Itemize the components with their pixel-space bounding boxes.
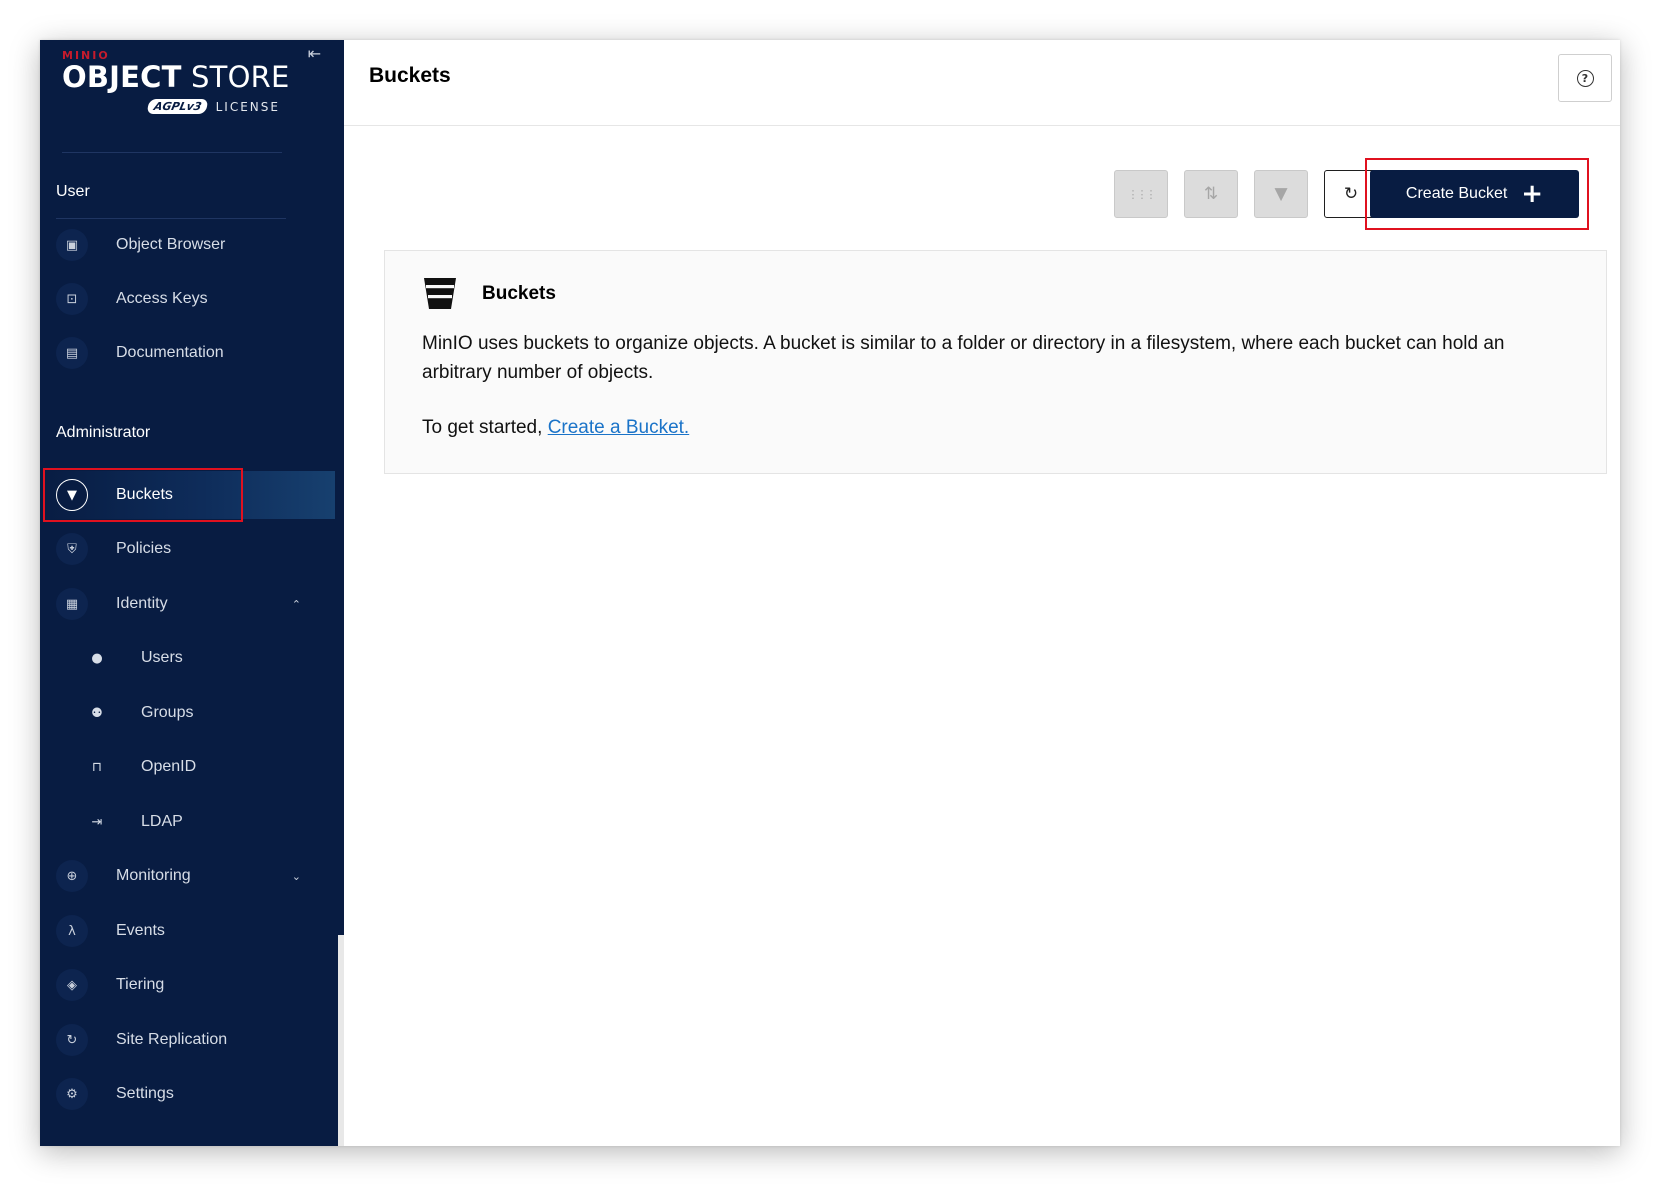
sidebar-item-label: Site Replication	[116, 1031, 228, 1048]
chevron-up-icon[interactable]: ⌃	[292, 598, 301, 611]
sidebar-item-label: Monitoring	[116, 867, 191, 884]
sidebar-item-documentation[interactable]: ▤ Documentation	[40, 329, 335, 377]
create-bucket-label: Create Bucket	[1405, 185, 1508, 202]
plus-icon: +	[1521, 179, 1544, 209]
sidebar-item-label: Access Keys	[116, 290, 208, 307]
lambda-icon: λ	[56, 915, 88, 947]
sidebar-item-label: OpenID	[141, 758, 197, 775]
sidebar-item-site-replication[interactable]: ↻ Site Replication	[40, 1016, 335, 1064]
agpl-badge: AGPLv3	[146, 99, 210, 114]
sidebar-item-buckets[interactable]: ▼ Buckets	[40, 471, 335, 519]
lock-icon: ⊓	[91, 759, 103, 775]
sidebar-item-label: Tiering	[116, 976, 165, 993]
shield-icon: ⛨	[56, 533, 88, 565]
section-label-administrator: Administrator	[56, 424, 151, 441]
sidebar-item-users[interactable]: ● Users	[40, 634, 335, 682]
user-icon: ●	[91, 650, 103, 666]
bucket-icon: ▼	[1274, 184, 1288, 204]
login-icon: ⇥	[91, 814, 103, 830]
groups-icon: ⚉	[91, 705, 103, 721]
info-description: MinIO uses buckets to organize objects. …	[422, 333, 1505, 383]
sidebar-item-label: Settings	[116, 1085, 174, 1102]
help-button[interactable]: ?	[1558, 54, 1612, 102]
sidebar-item-label: Events	[116, 922, 165, 939]
sidebar-item-label: LDAP	[141, 813, 183, 830]
sidebar-item-label: Buckets	[116, 486, 173, 503]
sidebar-item-label: Groups	[141, 704, 194, 721]
buckets-info-panel: Buckets MinIO uses buckets to organize o…	[384, 250, 1607, 474]
sidebar-item-label: Users	[141, 649, 183, 666]
sidebar-item-monitoring[interactable]: ⊕ Monitoring ⌄	[40, 852, 335, 900]
identity-icon: ▦	[56, 588, 88, 620]
sidebar-item-ldap[interactable]: ⇥ LDAP	[40, 798, 335, 846]
create-bucket-button[interactable]: Create Bucket +	[1370, 170, 1579, 218]
sidebar: ⇤ MINIO OBJECT STORE AGPLv3 LICENSE User…	[40, 40, 344, 1146]
documentation-icon: ▤	[56, 337, 88, 369]
app-window: ⇤ MINIO OBJECT STORE AGPLv3 LICENSE User…	[40, 40, 1620, 1146]
sidebar-item-groups[interactable]: ⚉ Groups	[40, 689, 335, 737]
bucket-icon: ▼	[56, 479, 88, 511]
info-get-started: To get started, Create a Bucket.	[422, 417, 689, 439]
collapse-sidebar-icon[interactable]: ⇤	[308, 44, 321, 63]
section-label-user: User	[56, 183, 90, 200]
refresh-icon: ↻	[1343, 184, 1359, 204]
divider	[62, 152, 282, 153]
sidebar-item-events[interactable]: λ Events	[40, 907, 335, 955]
sidebar-item-label: Policies	[116, 540, 172, 557]
sidebar-item-label: Object Browser	[116, 236, 226, 253]
sidebar-item-tiering[interactable]: ◈ Tiering	[40, 961, 335, 1009]
page-title: Buckets	[369, 64, 451, 87]
grid-icon: ⋮⋮⋮	[1127, 187, 1157, 201]
create-bucket-link[interactable]: Create a Bucket.	[548, 417, 690, 438]
bucket-icon	[424, 278, 456, 309]
set-lifecycle-button[interactable]: ▼	[1254, 170, 1308, 218]
layers-icon: ◈	[56, 969, 88, 1001]
chevron-down-icon[interactable]: ⌄	[292, 870, 301, 883]
set-replication-button[interactable]: ⇅	[1184, 170, 1238, 218]
sidebar-item-policies[interactable]: ⛨ Policies	[40, 525, 335, 573]
divider	[56, 218, 286, 219]
sidebar-item-identity[interactable]: ▦ Identity ⌃	[40, 580, 335, 628]
info-title: Buckets	[482, 283, 556, 304]
sidebar-item-access-keys[interactable]: ⊡ Access Keys	[40, 275, 335, 323]
license-text: LICENSE	[215, 99, 280, 114]
replication-icon: ⇅	[1203, 184, 1219, 204]
brand-license: AGPLv3 LICENSE	[146, 99, 280, 114]
brand-title: OBJECT STORE	[62, 60, 290, 94]
get-started-text: To get started,	[422, 417, 548, 438]
sidebar-item-label: Documentation	[116, 344, 224, 361]
object-browser-icon: ▣	[56, 229, 88, 261]
page-header: Buckets ?	[344, 40, 1620, 126]
sidebar-item-settings[interactable]: ⚙ Settings	[40, 1070, 335, 1118]
replication-icon: ↻	[56, 1024, 88, 1056]
help-icon: ?	[1576, 69, 1594, 87]
sidebar-item-openid[interactable]: ⊓ OpenID	[40, 743, 335, 791]
main-content: Buckets ? ⋮⋮⋮ ⇅ ▼ ↻ Create Bucket + Buck…	[344, 40, 1620, 1146]
select-multiple-button[interactable]: ⋮⋮⋮	[1114, 170, 1168, 218]
gear-icon: ⚙	[56, 1078, 88, 1110]
brand-logo: MINIO OBJECT STORE AGPLv3 LICENSE	[62, 49, 302, 119]
access-keys-icon: ⊡	[56, 283, 88, 315]
sidebar-scrollbar[interactable]	[335, 40, 344, 1146]
monitoring-icon: ⊕	[56, 860, 88, 892]
sidebar-item-label: Identity	[116, 595, 168, 612]
sidebar-item-object-browser[interactable]: ▣ Object Browser	[40, 221, 335, 269]
